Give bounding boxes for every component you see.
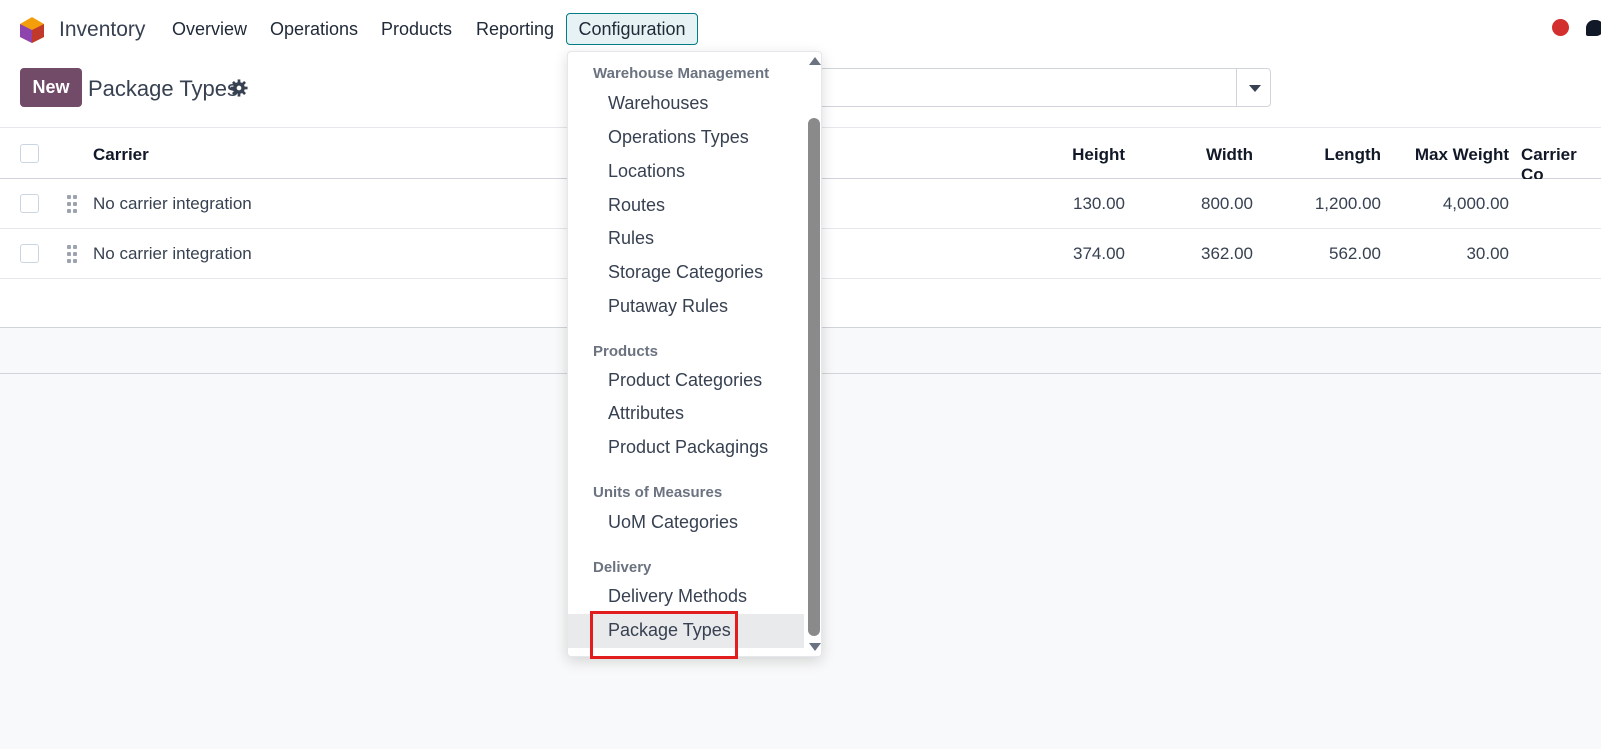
nav-reporting[interactable]: Reporting (476, 19, 554, 40)
menu-item-locations[interactable]: Locations (568, 155, 804, 189)
new-button[interactable]: New (20, 68, 82, 107)
cell-height: 130.00 (1073, 194, 1125, 213)
dropdown-scrollbar[interactable] (807, 52, 821, 656)
scrollbar-thumb[interactable] (808, 118, 820, 636)
column-header-max-weight[interactable]: Max Weight (1389, 145, 1509, 165)
row-checkbox[interactable] (20, 194, 39, 213)
cell-length: 562.00 (1329, 244, 1381, 263)
page-title: Package Types (88, 76, 239, 101)
menu-item-storage-categories[interactable]: Storage Categories (568, 256, 804, 290)
nav-configuration[interactable]: Configuration (566, 13, 698, 45)
search-input[interactable] (800, 68, 1238, 107)
menu-item-warehouses[interactable]: Warehouses (568, 87, 804, 121)
cell-carrier: No carrier integration (93, 244, 252, 263)
gear-icon[interactable] (230, 79, 248, 97)
cell-width: 800.00 (1201, 194, 1253, 213)
menu-item-package-types[interactable]: Package Types (568, 614, 804, 648)
section-header-warehouse-management: Warehouse Management (593, 65, 770, 82)
column-header-carrier[interactable]: Carrier (93, 145, 149, 165)
drag-handle-icon[interactable] (67, 195, 77, 213)
nav-overview[interactable]: Overview (172, 19, 247, 40)
cell-max-weight: 4,000.00 (1442, 194, 1509, 213)
menu-item-product-packagings[interactable]: Product Packagings (568, 431, 804, 465)
menu-item-operations-types[interactable]: Operations Types (568, 121, 804, 155)
menu-item-routes[interactable]: Routes (568, 189, 804, 223)
menu-item-uom-categories[interactable]: UoM Categories (568, 506, 804, 540)
section-header-products: Products (593, 343, 659, 360)
cell-width: 362.00 (1201, 244, 1253, 263)
nav-products[interactable]: Products (381, 19, 452, 40)
app-name[interactable]: Inventory (59, 18, 145, 42)
scroll-up-arrow-icon[interactable] (809, 57, 821, 65)
search-options-toggle[interactable] (1236, 68, 1271, 107)
row-checkbox[interactable] (20, 244, 39, 263)
section-header-units-of-measures: Units of Measures (593, 484, 723, 501)
nav-operations[interactable]: Operations (270, 19, 358, 40)
scroll-down-arrow-icon[interactable] (809, 643, 821, 651)
configuration-dropdown-menu: Warehouse Management Warehouses Operatio… (567, 51, 822, 659)
menu-item-rules[interactable]: Rules (568, 222, 804, 256)
cell-max-weight: 30.00 (1466, 244, 1509, 263)
menu-item-attributes[interactable]: Attributes (568, 397, 804, 431)
inventory-logo-icon[interactable] (19, 16, 45, 44)
cell-length: 1,200.00 (1314, 194, 1381, 213)
cell-carrier: No carrier integration (93, 194, 252, 213)
cell-height: 374.00 (1073, 244, 1125, 263)
column-header-height[interactable]: Height (1005, 145, 1125, 165)
section-header-delivery: Delivery (593, 559, 652, 576)
recording-indicator-icon[interactable] (1552, 19, 1569, 36)
menu-item-product-categories[interactable]: Product Categories (568, 364, 804, 398)
drag-handle-icon[interactable] (67, 245, 77, 263)
chat-icon[interactable] (1586, 20, 1601, 36)
select-all-checkbox[interactable] (20, 144, 39, 163)
menu-item-delivery-methods[interactable]: Delivery Methods (568, 580, 804, 614)
menu-item-putaway-rules[interactable]: Putaway Rules (568, 290, 804, 324)
column-header-width[interactable]: Width (1133, 145, 1253, 165)
column-header-length[interactable]: Length (1261, 145, 1381, 165)
